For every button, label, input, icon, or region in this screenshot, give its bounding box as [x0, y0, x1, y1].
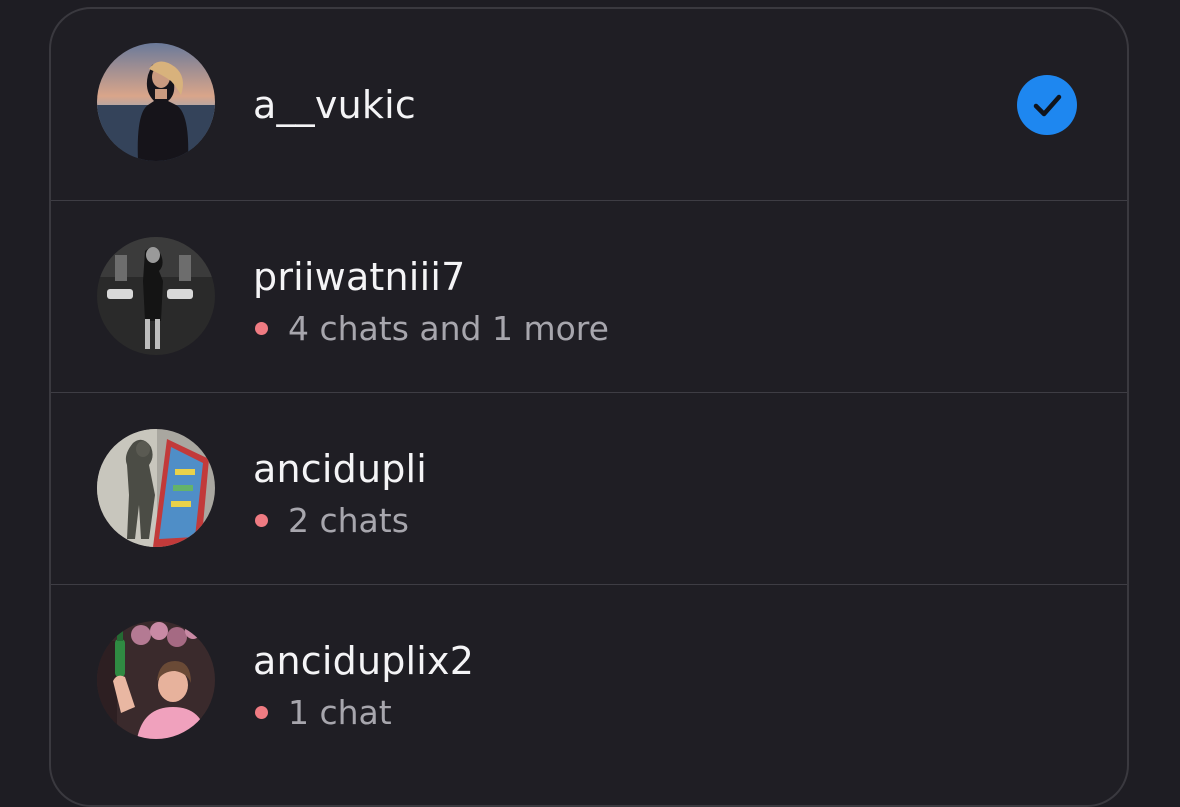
account-row-ancidupli[interactable]: ancidupli 2 chats: [51, 392, 1127, 584]
account-username: anciduplix2: [253, 639, 475, 683]
account-status-text: 4 chats and 1 more: [288, 309, 609, 348]
avatar-ancidupli: [97, 429, 215, 547]
account-row-a-vukic[interactable]: a__vukic: [51, 9, 1127, 201]
avatar-anciduplix2: [97, 621, 215, 739]
account-username: priiwatniii7: [253, 255, 466, 299]
account-status-text: 2 chats: [288, 501, 409, 540]
account-row-anciduplix2[interactable]: anciduplix2 1 chat: [51, 584, 1127, 776]
account-status: 1 chat: [253, 693, 392, 732]
unread-dot-icon: [255, 322, 268, 335]
account-status-text: 1 chat: [288, 693, 392, 732]
avatar-a-vukic: [97, 43, 215, 161]
account-username: ancidupli: [253, 447, 428, 491]
unread-dot-icon: [255, 514, 268, 527]
account-status: 2 chats: [253, 501, 409, 540]
checkmark-circle-icon: [1017, 75, 1077, 135]
account-row-priiwatniii7[interactable]: priiwatniii7 4 chats and 1 more: [51, 200, 1127, 392]
account-switcher-panel: a__vukic priiwatniii7 4 chats and 1 more…: [49, 7, 1129, 807]
unread-dot-icon: [255, 706, 268, 719]
avatar-priiwatniii7: [97, 237, 215, 355]
account-status: 4 chats and 1 more: [253, 309, 609, 348]
account-username: a__vukic: [253, 83, 416, 127]
